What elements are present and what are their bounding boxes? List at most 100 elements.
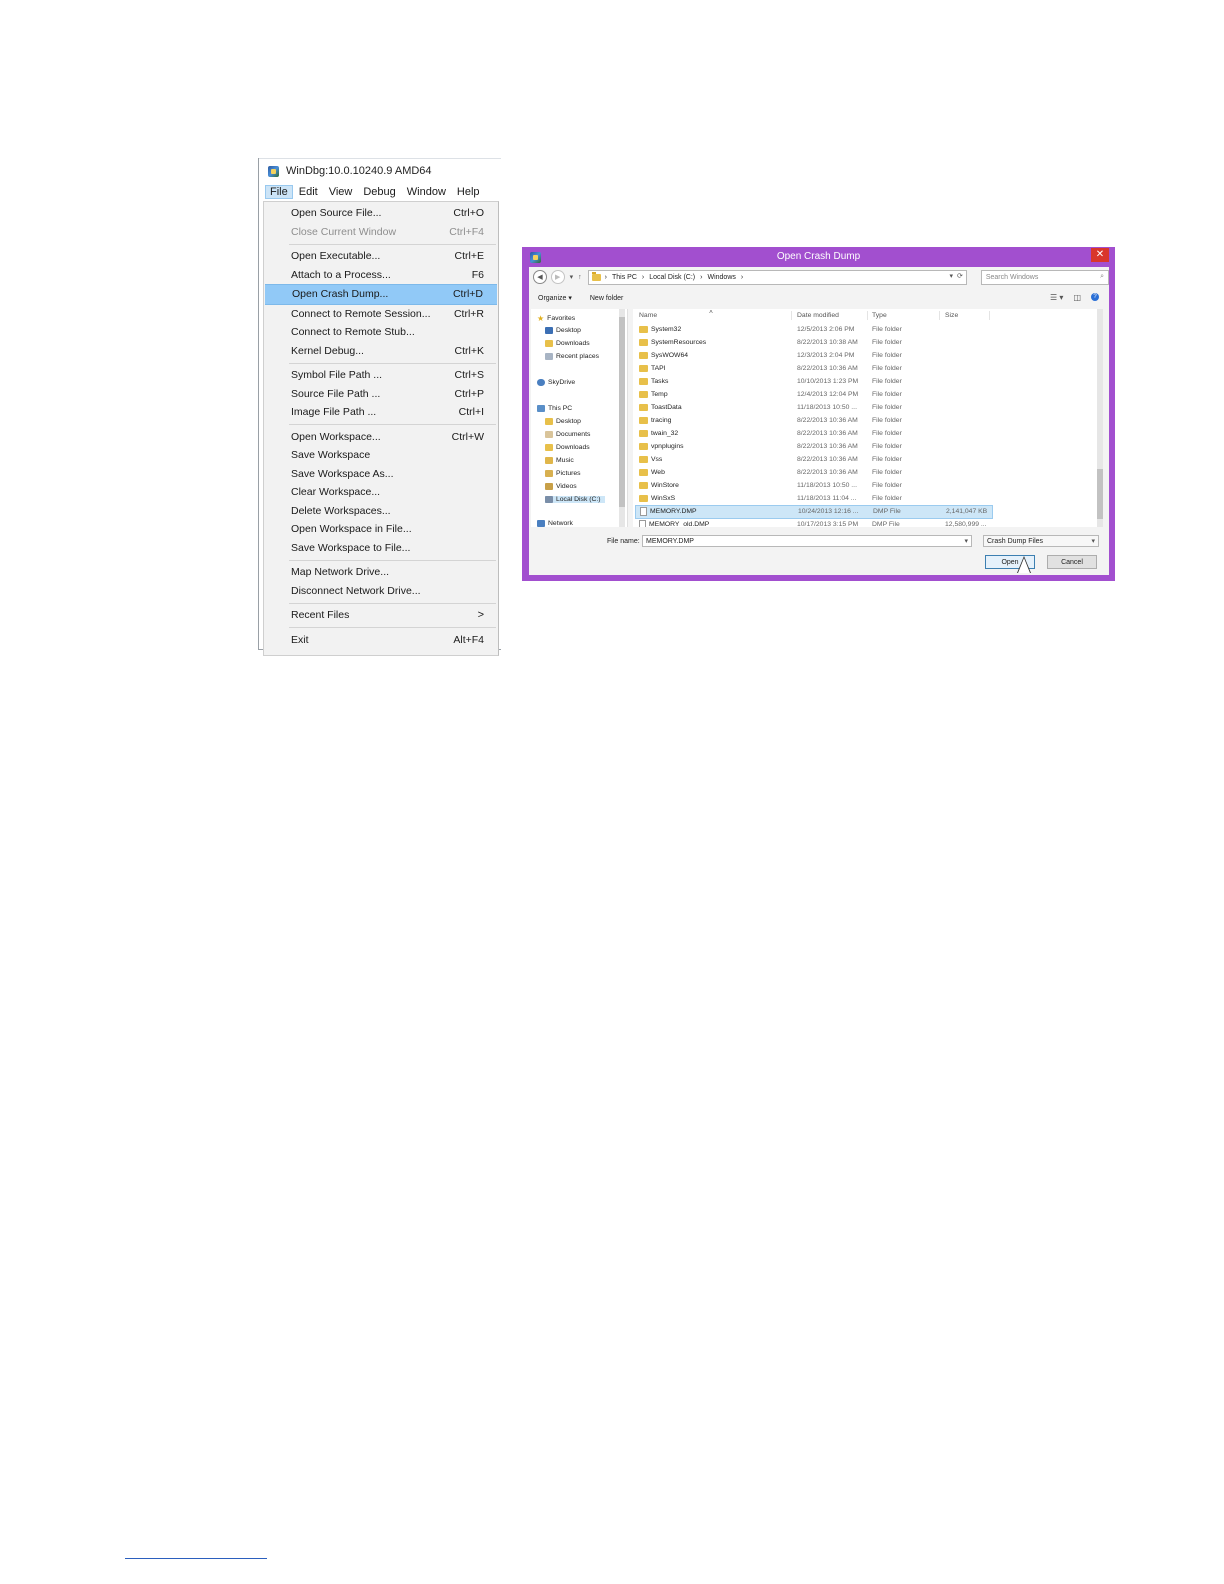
file-type-cell: File folder [872, 390, 902, 398]
file-row[interactable]: MEMORY.DMP 10/24/2013 12:16 ... DMP File 2,… [635, 505, 993, 519]
menu-file[interactable]: File [265, 185, 293, 199]
menu-item-shortcut: Ctrl+D [452, 288, 483, 301]
menu-help[interactable]: Help [452, 185, 485, 199]
file-row[interactable]: tracing 8/22/2013 10:36 AM File folder [635, 414, 991, 427]
file-row[interactable]: Web 8/22/2013 10:36 AM File folder [635, 466, 991, 479]
file-row[interactable]: ToastData 11/18/2013 10:50 ... File folder [635, 401, 991, 414]
column-header-size[interactable]: Size [945, 312, 958, 319]
nav-scrollbar-thumb[interactable] [619, 317, 625, 507]
file-row[interactable]: SystemResources 8/22/2013 10:38 AM File fo… [635, 336, 991, 349]
breadcrumb-this-pc[interactable]: This PC [612, 274, 637, 281]
menu-item-source-file-path[interactable]: Source File Path ... Ctrl+P [264, 385, 498, 404]
forward-arrow-icon[interactable]: ▶ [550, 270, 565, 284]
cancel-button[interactable]: Cancel [1047, 555, 1097, 569]
column-header-name[interactable]: Name [639, 312, 657, 319]
file-row[interactable]: Vss 8/22/2013 10:36 AM File folder [635, 453, 991, 466]
menu-item-open-workspace-in-file[interactable]: Open Workspace in File... [264, 520, 498, 539]
column-header-date[interactable]: Date modified [797, 312, 839, 319]
breadcrumb-local-disk[interactable]: Local Disk (C:) [649, 274, 695, 281]
nav-pc-documents[interactable]: Documents [545, 431, 590, 438]
nav-scrollbar[interactable] [619, 309, 625, 527]
file-name-input[interactable]: MEMORY.DMP ▾ [642, 535, 972, 547]
menu-item-save-workspace[interactable]: Save Workspace [264, 446, 498, 465]
breadcrumb-windows[interactable]: Windows [707, 274, 735, 281]
menu-item-delete-workspaces[interactable]: Delete Workspaces... [264, 502, 498, 521]
menu-item-symbol-file-path[interactable]: Symbol File Path ... Ctrl+S [264, 366, 498, 385]
nav-label: Local Disk (C:) [556, 496, 601, 503]
menu-item-connect-remote-stub[interactable]: Connect to Remote Stub... [264, 323, 498, 342]
chevron-down-icon[interactable]: ▾ [1091, 537, 1095, 545]
file-row[interactable]: Temp 12/4/2013 12:04 PM File folder [635, 388, 991, 401]
file-row[interactable]: SysWOW64 12/3/2013 2:04 PM File folder [635, 349, 991, 362]
help-icon[interactable]: ? [1091, 293, 1099, 301]
menu-debug[interactable]: Debug [358, 185, 400, 199]
menu-item-disconnect-network-drive[interactable]: Disconnect Network Drive... [264, 582, 498, 601]
close-button[interactable]: ✕ [1091, 248, 1109, 262]
new-folder-button[interactable]: New folder [590, 295, 623, 302]
menu-window[interactable]: Window [402, 185, 451, 199]
nav-label: This PC [548, 405, 573, 412]
documents-icon [545, 431, 553, 438]
file-row[interactable]: System32 12/5/2013 2:06 PM File folder [635, 323, 991, 336]
menu-item-kernel-debug[interactable]: Kernel Debug... Ctrl+K [264, 342, 498, 361]
view-options-icon[interactable]: ☰ ▾ [1050, 293, 1063, 302]
menu-item-image-file-path[interactable]: Image File Path ... Ctrl+I [264, 403, 498, 422]
file-list-scrollbar[interactable] [1097, 309, 1103, 527]
file-row[interactable]: twain_32 8/22/2013 10:36 AM File folder [635, 427, 991, 440]
network-icon [537, 520, 545, 527]
menu-item-save-workspace-to-file[interactable]: Save Workspace to File... [264, 539, 498, 558]
nav-pc-pictures[interactable]: Pictures [545, 470, 581, 477]
chevron-down-icon[interactable]: ▾ [964, 537, 968, 545]
nav-pc-local-disk[interactable]: Local Disk (C:) [545, 496, 605, 503]
file-row[interactable]: vpnplugins 8/22/2013 10:36 AM File folder [635, 440, 991, 453]
menu-item-open-crash-dump[interactable]: Open Crash Dump... Ctrl+D [265, 284, 497, 305]
menu-item-attach-process[interactable]: Attach to a Process... F6 [264, 266, 498, 285]
nav-favorites-recent[interactable]: Recent places [545, 353, 599, 360]
nav-pc-music[interactable]: Music [545, 457, 574, 464]
preview-pane-icon[interactable]: ◫ [1073, 293, 1081, 302]
up-arrow-icon[interactable]: ↑ [578, 274, 582, 281]
menu-item-clear-workspace[interactable]: Clear Workspace... [264, 483, 498, 502]
menu-item-open-workspace[interactable]: Open Workspace... Ctrl+W [264, 428, 498, 447]
file-row[interactable]: WinStore 11/18/2013 10:50 ... File folder [635, 479, 991, 492]
column-divider[interactable] [939, 311, 940, 320]
drive-icon [545, 496, 553, 503]
column-header-type[interactable]: Type [872, 312, 887, 319]
menu-item-map-network-drive[interactable]: Map Network Drive... [264, 563, 498, 582]
menu-view[interactable]: View [324, 185, 358, 199]
menu-item-open-source-file[interactable]: Open Source File... Ctrl+O [264, 204, 498, 223]
menu-item-save-workspace-as[interactable]: Save Workspace As... [264, 465, 498, 484]
nav-favorites-desktop[interactable]: Desktop [545, 327, 581, 334]
file-date-cell: 10/17/2013 3:15 PM [797, 520, 859, 527]
nav-skydrive[interactable]: SkyDrive [537, 379, 575, 386]
file-row[interactable]: TAPI 8/22/2013 10:36 AM File folder [635, 362, 991, 375]
recent-locations-chevron-icon[interactable]: ▾ [570, 273, 574, 281]
file-type-select[interactable]: Crash Dump Files ▾ [983, 535, 1099, 547]
menu-item-recent-files[interactable]: Recent Files > [264, 606, 498, 625]
column-divider[interactable] [791, 311, 792, 320]
file-name-text: TAPI [651, 364, 666, 372]
organize-button[interactable]: Organize ▾ [538, 294, 572, 302]
back-arrow-icon[interactable]: ◀ [533, 270, 547, 284]
nav-this-pc[interactable]: This PC [537, 405, 572, 412]
nav-favorites-downloads[interactable]: Downloads [545, 340, 590, 347]
menu-edit[interactable]: Edit [294, 185, 323, 199]
nav-pc-downloads[interactable]: Downloads [545, 444, 590, 451]
column-divider[interactable] [867, 311, 868, 320]
file-row[interactable]: Tasks 10/10/2013 1:23 PM File folder [635, 375, 991, 388]
refresh-icon[interactable]: ▾ ⟳ [950, 272, 963, 280]
column-divider[interactable] [989, 311, 990, 320]
nav-favorites[interactable]: ★ Favorites [537, 314, 575, 323]
file-row[interactable]: WinSxS 11/18/2013 11:04 ... File folder [635, 492, 991, 505]
menu-item-open-executable[interactable]: Open Executable... Ctrl+E [264, 247, 498, 266]
file-row[interactable]: MEMORY_old.DMP 10/17/2013 3:15 PM DMP File… [635, 518, 991, 527]
menu-item-exit[interactable]: Exit Alt+F4 [264, 631, 498, 650]
nav-pc-videos[interactable]: Videos [545, 483, 577, 490]
file-date-cell: 11/18/2013 10:50 ... [797, 403, 857, 411]
nav-pc-desktop[interactable]: Desktop [545, 418, 581, 425]
file-list-scrollbar-thumb[interactable] [1097, 469, 1103, 519]
menu-item-connect-remote-session[interactable]: Connect to Remote Session... Ctrl+R [264, 305, 498, 324]
search-input[interactable]: Search Windows ⌕ [980, 269, 1109, 285]
nav-network[interactable]: Network [537, 520, 573, 527]
address-breadcrumb[interactable]: › This PC › Local Disk (C:) › Windows › … [587, 269, 967, 285]
